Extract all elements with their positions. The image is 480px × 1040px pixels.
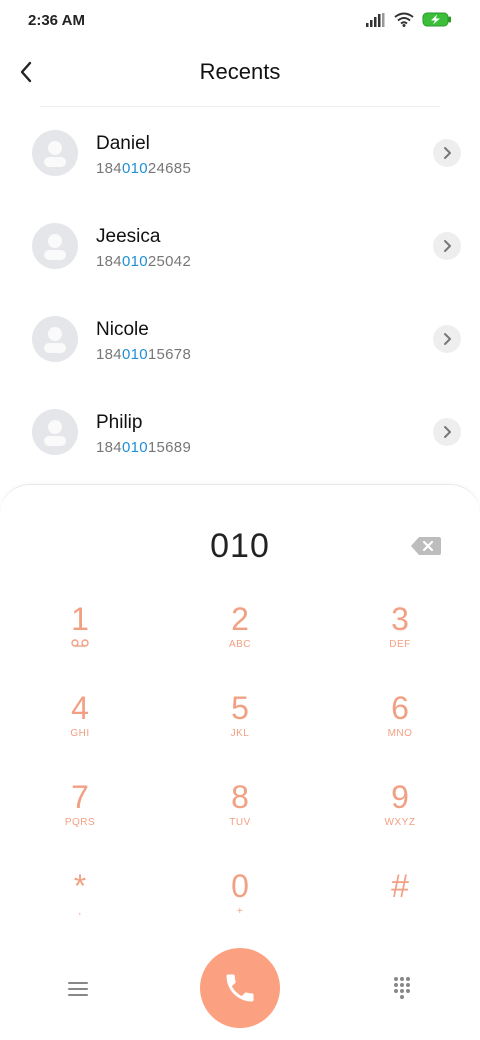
battery-charging-icon xyxy=(422,12,452,32)
avatar-icon xyxy=(32,316,78,362)
hamburger-menu-icon xyxy=(68,982,88,996)
contact-number: 18401024685 xyxy=(96,160,192,177)
contact-detail-button[interactable] xyxy=(433,325,461,353)
dial-key-2[interactable]: 2 ABC xyxy=(180,595,300,675)
list-item[interactable]: Philip 18401015689 xyxy=(0,386,480,479)
number-match: 010 xyxy=(121,253,148,270)
signal-icon xyxy=(366,12,386,32)
dialpad-grid-icon xyxy=(394,977,410,999)
bottom-bar xyxy=(0,945,480,1035)
chevron-right-icon xyxy=(444,333,451,345)
avatar-icon xyxy=(32,130,78,176)
dial-key-8[interactable]: 8 TUV xyxy=(180,773,300,853)
dialpad-panel: 010 1 2 ABC 3 DEF 4 GHI 5 JKL 6 MNO 7 PQ… xyxy=(0,484,480,1040)
dial-key-4[interactable]: 4 GHI xyxy=(20,684,140,764)
contact-number: 18401025042 xyxy=(96,253,192,270)
status-time: 2:36 AM xyxy=(28,12,85,29)
avatar-icon xyxy=(32,223,78,269)
dial-key-6[interactable]: 6 MNO xyxy=(340,684,460,764)
contact-number: 18401015689 xyxy=(96,439,192,456)
number-match: 010 xyxy=(121,439,148,456)
contact-name: Philip xyxy=(96,412,143,433)
call-button[interactable] xyxy=(200,948,280,1028)
list-item[interactable]: Daniel 18401024685 xyxy=(0,107,480,200)
backspace-icon xyxy=(411,537,441,555)
contact-detail-button[interactable] xyxy=(433,232,461,260)
contact-detail-button[interactable] xyxy=(433,418,461,446)
wifi-icon xyxy=(394,12,414,32)
contact-name: Nicole xyxy=(96,319,149,340)
dial-key-7[interactable]: 7 PQRS xyxy=(20,773,140,853)
status-bar: 2:36 AM xyxy=(0,0,480,44)
dialpad-toggle-button[interactable] xyxy=(390,975,414,999)
dial-key-1[interactable]: 1 xyxy=(20,595,140,675)
phone-icon xyxy=(226,974,254,1002)
contact-detail-button[interactable] xyxy=(433,139,461,167)
chevron-right-icon xyxy=(444,147,451,159)
chevron-right-icon xyxy=(444,240,451,252)
dial-key-0[interactable]: 0 + xyxy=(180,862,300,942)
dialed-number-display[interactable]: 010 xyxy=(0,527,480,566)
dial-key-9[interactable]: 9 WXYZ xyxy=(340,773,460,853)
recents-list: Daniel 18401024685 Jeesica 18401025042 N… xyxy=(0,107,480,479)
page-title: Recents xyxy=(199,59,281,84)
contact-name: Daniel xyxy=(96,133,150,154)
chevron-right-icon xyxy=(444,426,451,438)
menu-button[interactable] xyxy=(64,977,92,1001)
contact-name: Jeesica xyxy=(96,226,161,247)
contact-number: 18401015678 xyxy=(96,346,192,363)
dial-key-hash[interactable]: # xyxy=(340,862,460,942)
backspace-button[interactable] xyxy=(410,535,442,557)
number-match: 010 xyxy=(121,346,148,363)
dial-key-star[interactable]: * , xyxy=(20,862,140,942)
status-icons xyxy=(366,12,452,32)
list-item[interactable]: Nicole 18401015678 xyxy=(0,293,480,386)
avatar-icon xyxy=(32,409,78,455)
dial-key-3[interactable]: 3 DEF xyxy=(340,595,460,675)
dial-key-5[interactable]: 5 JKL xyxy=(180,684,300,764)
number-match: 010 xyxy=(121,160,148,177)
list-item[interactable]: Jeesica 18401025042 xyxy=(0,200,480,293)
header: Recents xyxy=(0,44,480,100)
voicemail-icon xyxy=(20,639,140,650)
